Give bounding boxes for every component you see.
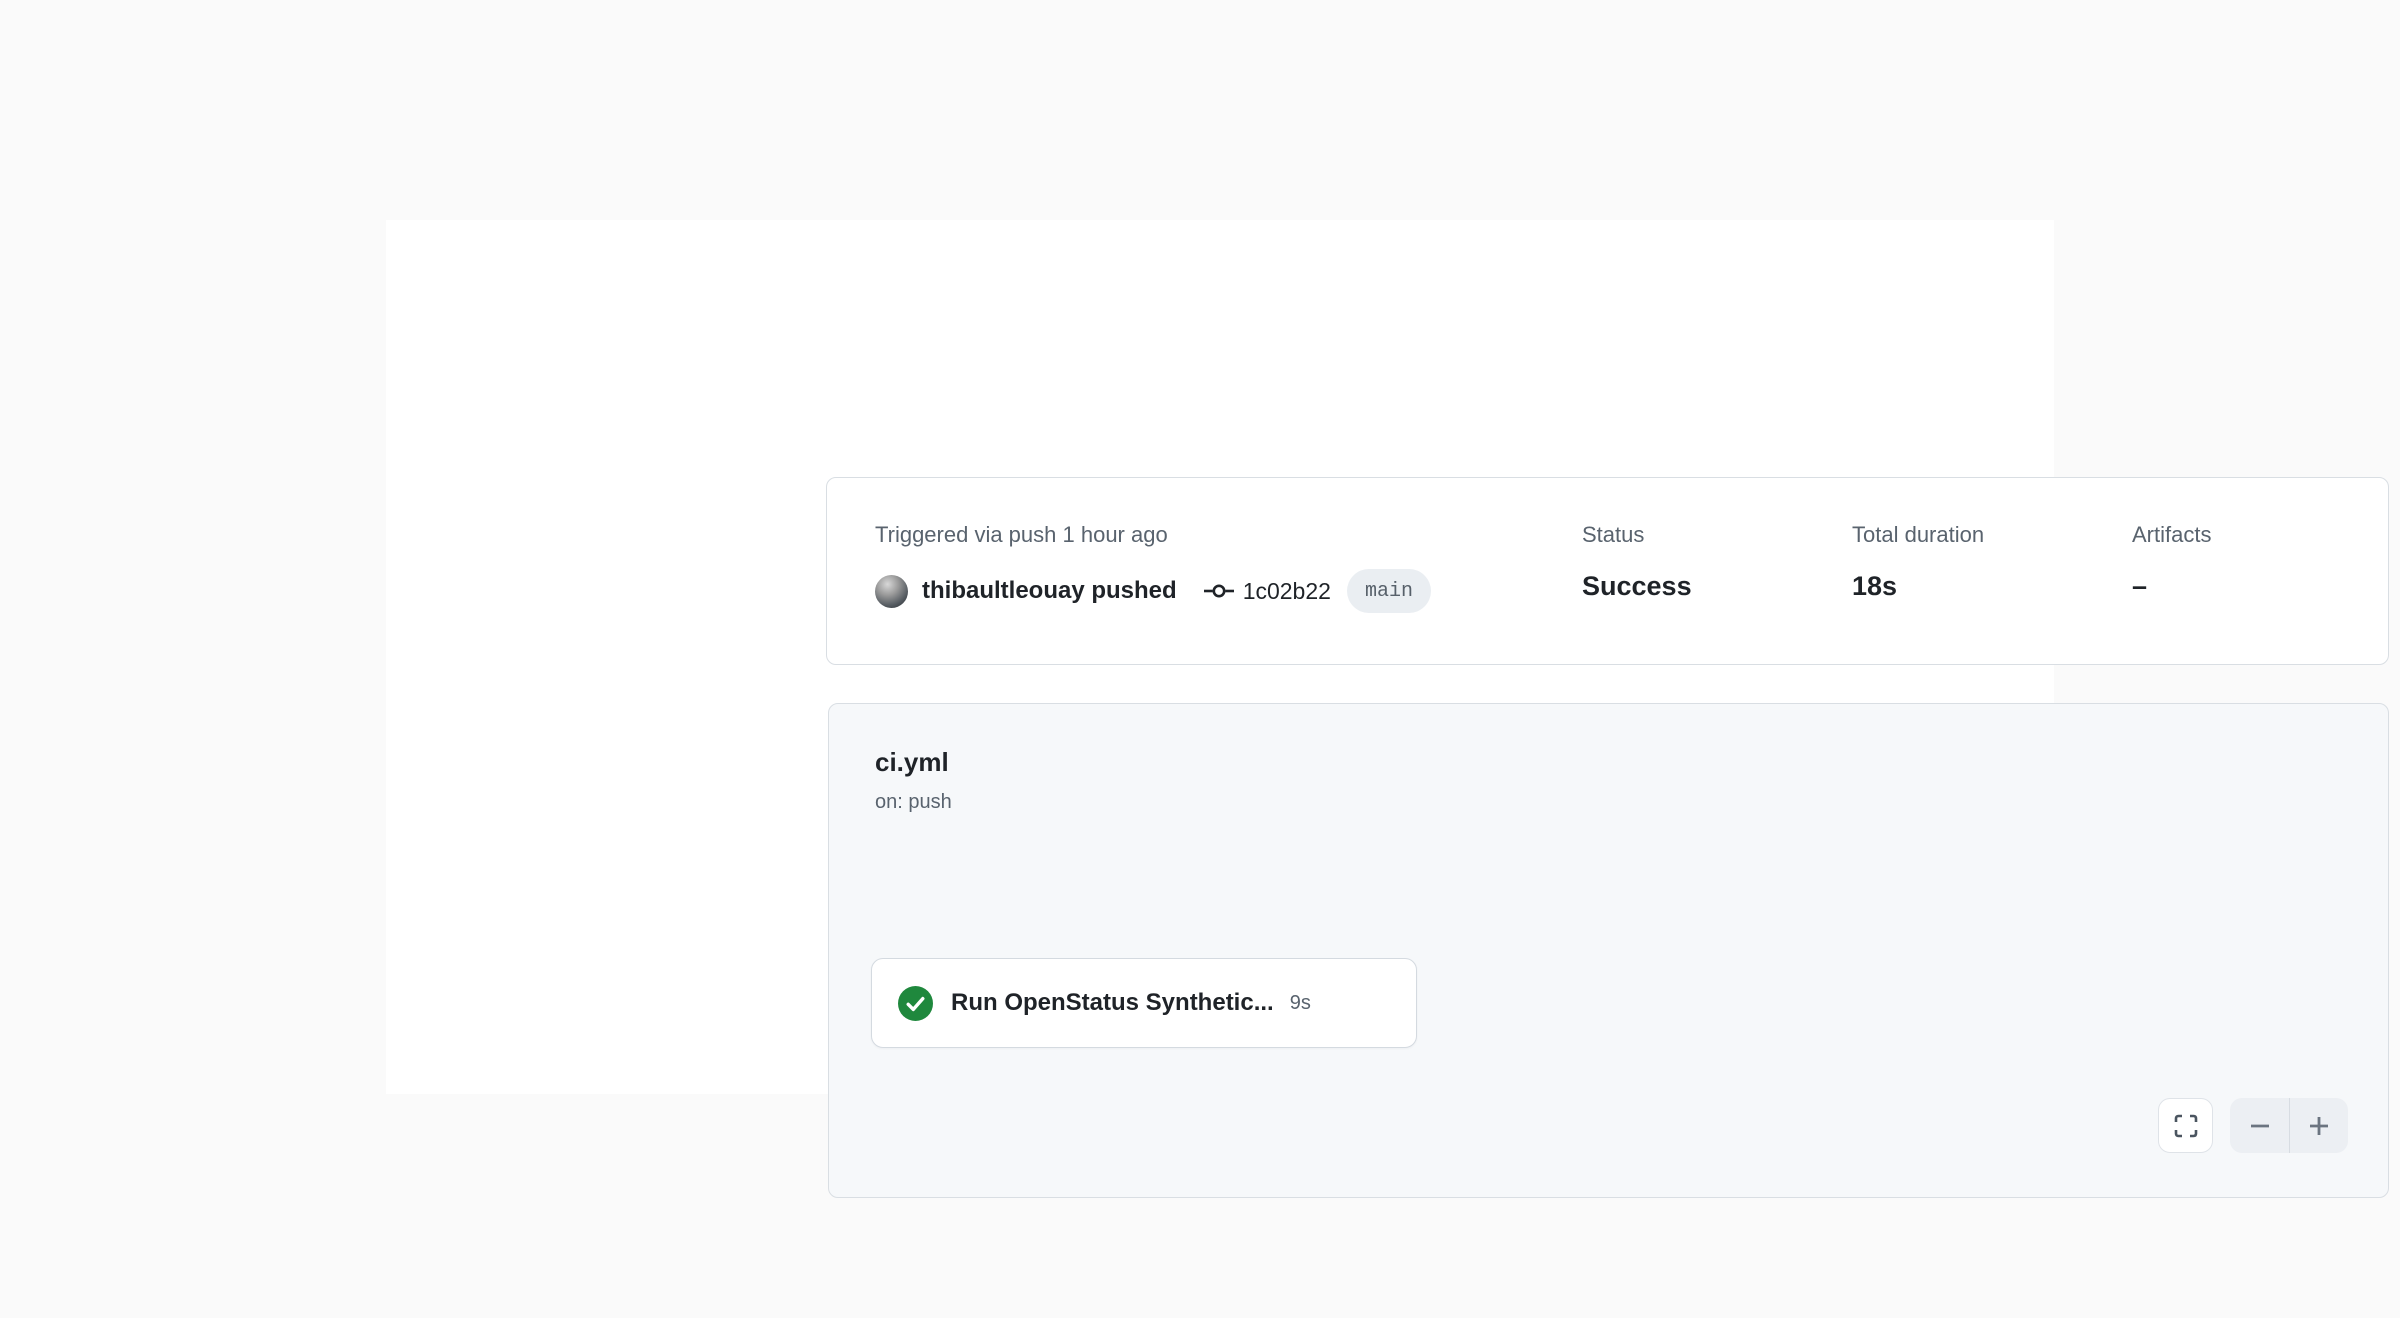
stat-status: Status Success (1582, 522, 1692, 603)
branch-badge[interactable]: main (1347, 569, 1431, 613)
workflow-file-name: ci.yml (875, 746, 952, 779)
stat-duration-value: 18s (1852, 570, 1984, 602)
job-node[interactable]: Run OpenStatus Synthetic... 9s (871, 958, 1417, 1048)
job-name: Run OpenStatus Synthetic... (951, 989, 1274, 1017)
zoom-in-button[interactable] (2289, 1098, 2348, 1153)
git-commit-icon (1203, 580, 1235, 602)
run-summary-card: Triggered via push 1 hour ago thibaultle… (826, 477, 2389, 665)
zoom-out-button[interactable] (2230, 1098, 2289, 1153)
minus-icon (2247, 1113, 2273, 1139)
commit-link[interactable]: 1c02b22 (1203, 578, 1331, 605)
workflow-trigger: on: push (875, 791, 952, 814)
user-avatar[interactable] (875, 575, 908, 608)
stat-duration-label: Total duration (1852, 522, 1984, 548)
graph-title-block: ci.yml on: push (875, 746, 952, 814)
trigger-text: Triggered via push 1 hour ago (875, 522, 1431, 548)
check-circle-icon (898, 986, 933, 1021)
stat-artifacts-value: – (2132, 570, 2211, 602)
zoom-control-group (2230, 1098, 2348, 1153)
content-strip: Triggered via push 1 hour ago thibaultle… (386, 220, 2054, 1094)
plus-icon (2306, 1113, 2332, 1139)
graph-controls (2158, 1098, 2348, 1153)
actor-line: thibaultleouay pushed 1c02b22 main (875, 568, 1431, 614)
run-meta-block: Triggered via push 1 hour ago thibaultle… (875, 522, 1431, 614)
stat-artifacts: Artifacts – (2132, 522, 2211, 603)
commit-sha: 1c02b22 (1243, 578, 1331, 605)
stat-artifacts-label: Artifacts (2132, 522, 2211, 548)
fullscreen-button[interactable] (2158, 1098, 2213, 1153)
stat-status-label: Status (1582, 522, 1692, 548)
job-duration: 9s (1290, 992, 1311, 1015)
stat-total-duration: Total duration 18s (1852, 522, 1984, 603)
workflow-graph-card: ci.yml on: push Run OpenStatus Synthetic… (828, 703, 2389, 1198)
stat-status-value: Success (1582, 570, 1692, 602)
actor-pushed-link[interactable]: thibaultleouay pushed (922, 577, 1177, 605)
fullscreen-icon (2174, 1114, 2198, 1138)
